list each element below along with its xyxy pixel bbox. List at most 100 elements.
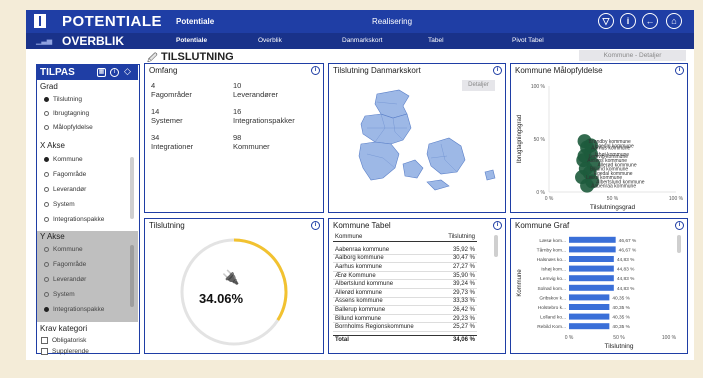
home-icon[interactable]: ⌂ (666, 13, 682, 29)
y-akse-title: Y Akse (40, 232, 65, 241)
bar (569, 275, 614, 282)
table-cell: 27,27 % (437, 262, 477, 272)
subtab-potentiale[interactable]: Potentiale (176, 37, 207, 44)
radio-selected[interactable] (44, 157, 49, 162)
bar-chart-icon: ▁▃▅ (36, 38, 53, 45)
radio[interactable] (44, 202, 49, 207)
table-row[interactable]: Aabenraa kommune 35,92 % (333, 245, 477, 255)
column-header[interactable]: Kommune (333, 233, 438, 243)
radio[interactable] (44, 172, 49, 177)
omfang-value: 10 (233, 81, 242, 90)
table-header-row: Kommune Tilslutning (333, 233, 477, 243)
omfang-systemer: 14 Systemer (151, 107, 183, 125)
radio[interactable] (44, 217, 49, 222)
checkbox[interactable] (41, 337, 48, 344)
table-scrollbar[interactable] (494, 235, 498, 257)
grad-title: Grad (40, 82, 58, 91)
omfang-label: Leverandører (233, 90, 279, 99)
radio[interactable] (44, 125, 49, 130)
x-tick-label: 0 % (565, 335, 574, 341)
option-label: System (53, 201, 75, 208)
option-label: Integrationspakke (53, 216, 105, 223)
info-icon[interactable]: i (311, 221, 320, 230)
grad-option-maalopfyldelse[interactable]: Målopfyldelse (44, 124, 93, 131)
info-icon[interactable]: i (493, 221, 502, 230)
kommune-detaljer-button[interactable]: Kommune - Detaljer (579, 50, 686, 61)
krav-option-obligatorisk[interactable]: Obligatorisk (41, 337, 86, 344)
back-icon[interactable]: ← (642, 13, 658, 29)
x-tick-label: 50 % (607, 196, 619, 202)
table-cell: Aalborg kommune (333, 254, 438, 264)
radio-selected[interactable] (44, 307, 49, 312)
radio[interactable] (44, 247, 49, 252)
option-label: Obligatorisk (52, 337, 87, 344)
radio[interactable] (44, 111, 49, 116)
grad-option-ibrugtagning[interactable]: Ibrugtagning (44, 110, 89, 117)
y-option-leverandoer[interactable]: Leverandør (44, 276, 86, 283)
radio[interactable] (44, 277, 49, 282)
checkbox[interactable] (41, 348, 48, 355)
table-row[interactable]: Ballerup kommune 26,42 % (333, 305, 477, 315)
chart-scrollbar[interactable] (677, 235, 681, 253)
point-label: Lemvig kommune (589, 154, 629, 160)
x-tick-label: 100 % (662, 335, 677, 341)
table-row[interactable]: Ærø Kommune 35,90 % (333, 271, 477, 281)
tilslutning-panel: Tilslutning i 🔌 34.06% (144, 218, 324, 354)
info-icon[interactable]: i (110, 68, 119, 77)
eraser-icon[interactable]: ◇ (123, 67, 132, 77)
omfang-leverandoerer: 10 Leverandører (233, 81, 278, 99)
section-title: TILSLUTNING (161, 51, 234, 63)
krav-kategori-title: Krav kategori (40, 324, 88, 333)
table-row[interactable]: Billund kommune 29,23 % (333, 314, 477, 324)
subtab-pivot-tabel[interactable]: Pivot Tabel (512, 37, 544, 44)
info-icon[interactable]: i (620, 13, 636, 29)
omfang-integrationer: 34 Integrationer (151, 133, 193, 151)
table-row[interactable]: Bornholms Regionskommune 25,27 % (333, 322, 477, 333)
radio[interactable] (44, 262, 49, 267)
filter-icon[interactable]: ▽ (598, 13, 614, 29)
table-row[interactable]: Aarhus kommune 27,27 % (333, 262, 477, 272)
tab-potentiale[interactable]: Potentiale (176, 17, 214, 26)
y-option-system[interactable]: System (44, 291, 75, 298)
x-option-kommune[interactable]: Kommune (44, 156, 83, 163)
denmark-map[interactable] (337, 88, 497, 210)
scatter-chart[interactable]: 0 % 50 % 100 % 0 % 50 % 100 % Tilslutningsgrad… (511, 76, 686, 212)
table-row[interactable]: Allerød kommune 29,73 % (333, 288, 477, 298)
subtab-danmarkskort[interactable]: Danmarkskort (342, 37, 382, 44)
subtab-tabel[interactable]: Tabel (428, 37, 444, 44)
info-icon[interactable]: i (311, 66, 320, 75)
radio-selected[interactable] (44, 97, 49, 102)
x-option-leverandoer[interactable]: Leverandør (44, 186, 86, 193)
x-option-fagomraade[interactable]: Fagområde (44, 171, 86, 178)
map-region-fyn (402, 159, 424, 179)
y-option-fagomraade[interactable]: Fagområde (44, 261, 86, 268)
info-icon[interactable]: i (493, 66, 502, 75)
krav-option-supplerende[interactable]: Supplerende (41, 348, 89, 355)
subtab-overblik[interactable]: Overblik (258, 37, 282, 44)
info-icon[interactable]: i (675, 66, 684, 75)
x-akse-scrollbar[interactable] (130, 157, 134, 219)
bar-value-label: 44,83 % (617, 257, 635, 263)
y-akse-scrollbar[interactable] (130, 245, 134, 307)
table-cell: 26,42 % (437, 305, 477, 315)
option-label: Kommune (53, 156, 83, 163)
tab-realisering[interactable]: Realisering (372, 17, 412, 26)
x-option-integrationspakke[interactable]: Integrationspakke (44, 216, 104, 223)
info-icon[interactable]: i (675, 221, 684, 230)
y-option-integrationspakke[interactable]: Integrationspakke (44, 306, 104, 313)
table-row[interactable]: Albertslund kommune 39,24 % (333, 279, 477, 290)
table-cell: 29,23 % (437, 314, 477, 324)
kommune-bar-chart[interactable]: Læsø kom... 46,67 % Tårnby kom... 46,67 % Ha… (511, 231, 686, 353)
grad-option-tilslutning[interactable]: Tilslutning (44, 96, 82, 103)
y-option-kommune[interactable]: Kommune (44, 246, 83, 253)
table-cell: Aabenraa kommune (333, 245, 438, 255)
y-akse-group: Y Akse Kommune Fagområde Leverandør Syst… (37, 231, 138, 322)
radio[interactable] (44, 292, 49, 297)
column-header[interactable]: Tilslutning (437, 233, 477, 243)
table-icon[interactable]: ▦ (97, 68, 106, 77)
x-option-system[interactable]: System (44, 201, 75, 208)
table-row[interactable]: Aalborg kommune 30,47 % (333, 254, 477, 264)
radio[interactable] (44, 187, 49, 192)
sidebar-title: TILPAS (40, 67, 75, 78)
table-row[interactable]: Assens kommune 33,33 % (333, 297, 477, 307)
